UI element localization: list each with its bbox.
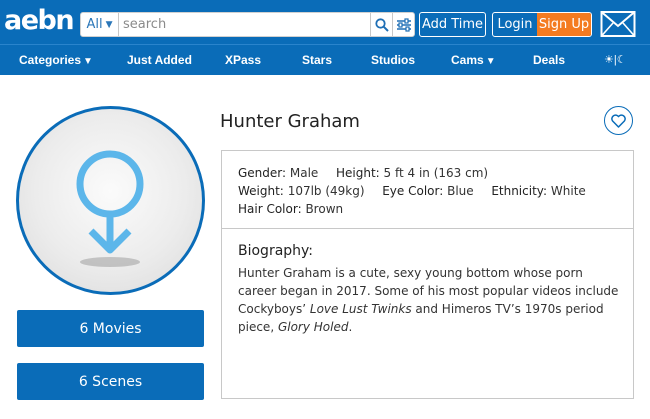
top-bar: aebn All ▼ Add Time Login Sign <box>0 0 650 44</box>
page-title: Hunter Graham <box>220 111 360 132</box>
weight-value: 107lb (49kg) <box>287 184 365 198</box>
search-button[interactable] <box>370 13 392 36</box>
filter-icon <box>396 17 411 32</box>
biography-text: Hunter Graham is a cute, sexy young bott… <box>238 264 622 336</box>
hair-color-label: Hair Color: <box>238 202 302 216</box>
add-time-button[interactable]: Add Time <box>419 12 486 37</box>
search-bar: All ▼ <box>80 12 415 37</box>
signup-button[interactable]: Sign Up <box>537 13 591 36</box>
star-info-panel: Gender: Male Height: 5 ft 4 in (163 cm) … <box>221 150 634 399</box>
weight-label: Weight: <box>238 184 284 198</box>
nav-item-label: Cams <box>451 53 484 67</box>
filter-button[interactable] <box>392 13 414 36</box>
male-gender-icon <box>76 150 144 267</box>
chevron-down-icon: ▼ <box>485 56 496 67</box>
bio-title-italic: Glory Holed <box>277 320 349 334</box>
biography-section: Biography: Hunter Graham is a cute, sexy… <box>238 242 622 336</box>
eye-color-label: Eye Color: <box>382 184 444 198</box>
height-value: 5 ft 4 in (163 cm) <box>383 166 489 180</box>
chevron-down-icon: ▼ <box>105 19 113 30</box>
eye-color-value: Blue <box>447 184 474 198</box>
search-scope-value: All <box>86 17 103 32</box>
theme-toggle-icon[interactable]: ☀|☾ <box>604 45 627 75</box>
login-button[interactable]: Login <box>493 13 537 36</box>
nav-item-label: Categories <box>19 53 82 67</box>
attribute-row: Weight: 107lb (49kg) Eye Color: Blue Eth… <box>238 182 633 200</box>
chevron-down-icon: ▼ <box>83 56 93 67</box>
scenes-button[interactable]: 6 Scenes <box>17 363 204 400</box>
nav-item-studios[interactable]: Studios <box>371 45 415 75</box>
hair-color-value: Brown <box>305 202 344 216</box>
heart-icon <box>611 113 626 128</box>
bio-text: . <box>348 320 353 334</box>
search-input[interactable] <box>119 13 370 36</box>
nav-item-categories[interactable]: Categories ▼ <box>19 45 93 75</box>
gender-label: Gender: <box>238 166 287 180</box>
ethnicity-label: Ethnicity: <box>491 184 548 198</box>
auth-buttons: Login Sign Up <box>492 12 592 37</box>
nav-item-xpass[interactable]: XPass <box>225 45 261 75</box>
nav-item-stars[interactable]: Stars <box>302 45 332 75</box>
attribute-row: Gender: Male Height: 5 ft 4 in (163 cm) <box>238 164 633 182</box>
height-label: Height: <box>335 166 380 180</box>
logo[interactable]: aebn <box>4 6 76 36</box>
biography-title: Biography: <box>238 243 314 259</box>
nav-item-deals[interactable]: Deals <box>533 45 565 75</box>
mail-icon[interactable] <box>600 10 636 38</box>
gender-value: Male <box>289 166 319 180</box>
main-nav: Categories ▼ Just Added XPass Stars Studi… <box>0 44 650 75</box>
bio-title-italic: Love Lust Twinks <box>309 302 412 316</box>
nav-item-just-added[interactable]: Just Added <box>127 45 192 75</box>
ethnicity-value: White <box>550 184 586 198</box>
favorite-button[interactable] <box>604 106 633 135</box>
nav-item-cams[interactable]: Cams ▼ <box>451 45 496 75</box>
search-icon <box>374 17 389 32</box>
avatar <box>16 106 205 295</box>
attribute-row: Hair Color: Brown <box>238 200 633 218</box>
search-scope-select[interactable]: All ▼ <box>81 13 119 36</box>
attributes-section: Gender: Male Height: 5 ft 4 in (163 cm) … <box>222 151 633 229</box>
movies-button[interactable]: 6 Movies <box>17 310 204 347</box>
